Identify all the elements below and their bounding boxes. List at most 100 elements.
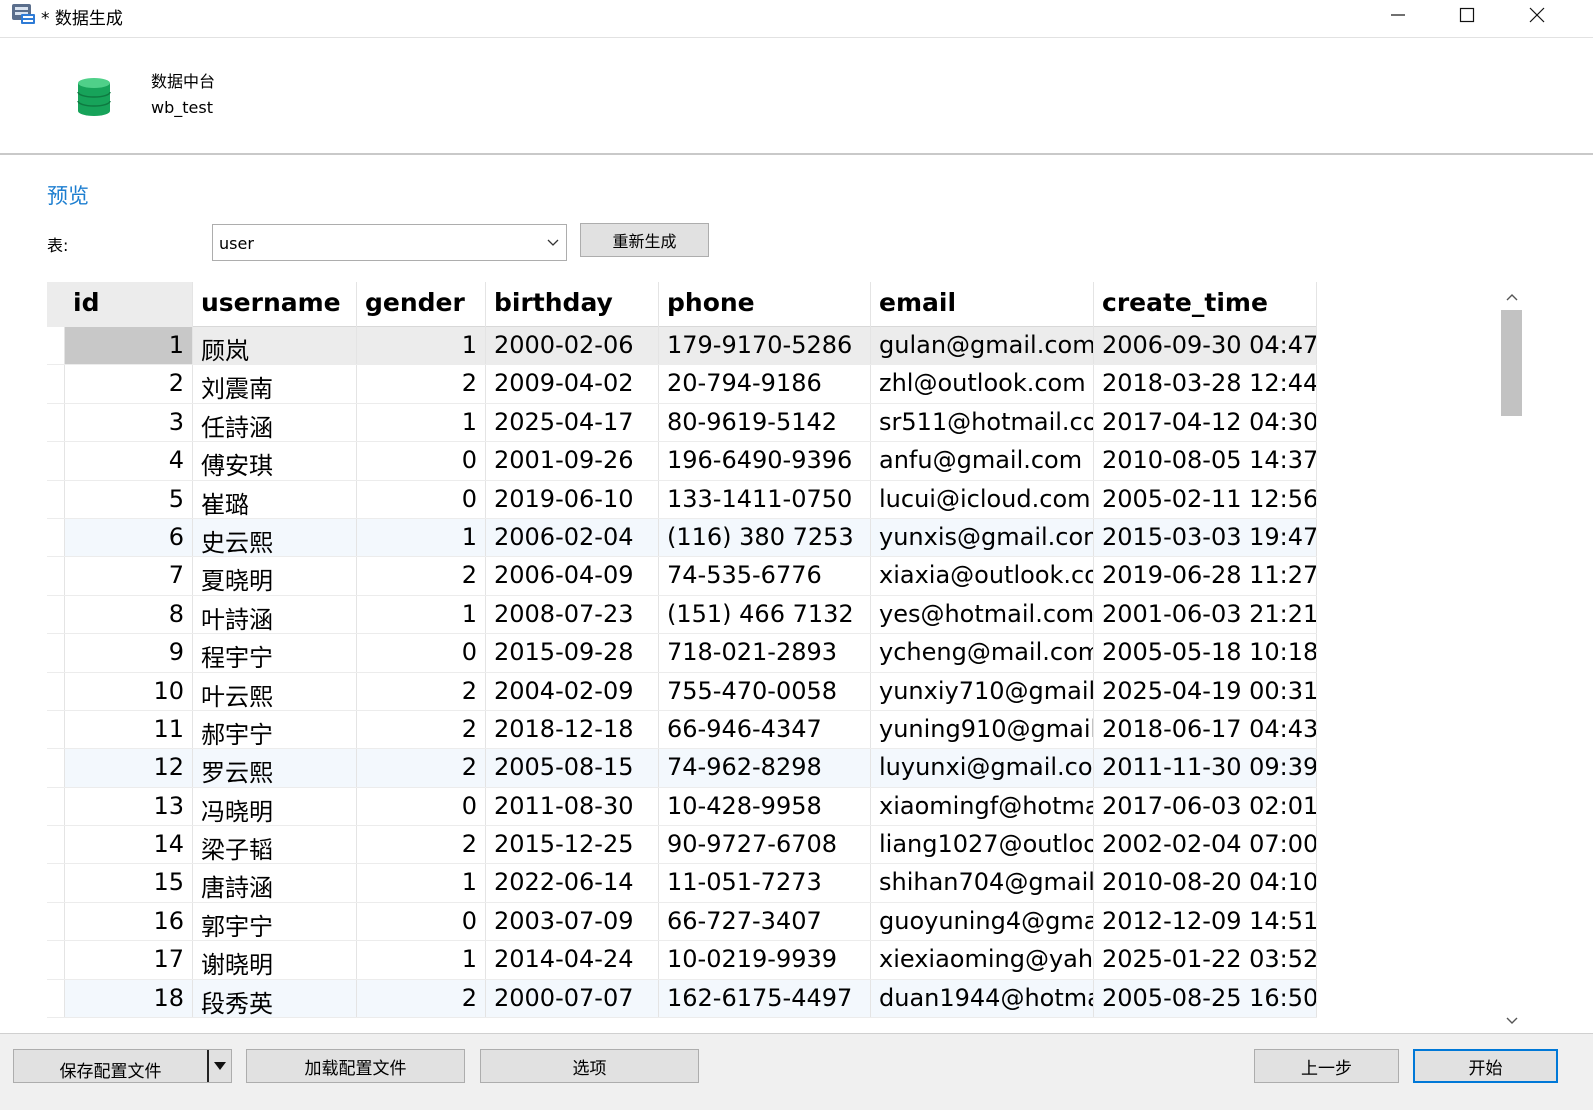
cell-id[interactable]: 11 [65,710,193,749]
cell-email[interactable]: zhl@outlook.com [871,365,1094,403]
cell-create-time[interactable]: 2005-08-25 16:50:3 [1094,979,1317,1018]
row-header[interactable] [47,557,65,595]
cell-username[interactable]: 郭宇宁 [193,902,357,941]
cell-phone[interactable]: 10-0219-9939 [659,941,871,979]
table-row[interactable]: 14 梁子韬 2 2015-12-25 90-9727-6708 liang1027@ou… [47,826,1317,865]
cell-id[interactable]: 1 [65,327,193,365]
row-header[interactable] [47,365,65,403]
cell-birthday[interactable]: 2004-02-09 [486,672,659,710]
table-select[interactable]: user [212,224,567,261]
cell-gender[interactable]: 2 [357,979,486,1018]
cell-birthday[interactable]: 2006-02-04 [486,518,659,557]
cell-create-time[interactable]: 2012-12-09 14:51:5 [1094,902,1317,941]
cell-phone[interactable]: (116) 380 7253 [659,518,871,557]
cell-birthday[interactable]: 2015-09-28 [486,634,659,672]
preview-data-grid[interactable]: id username gender birthday phone email … [47,282,1317,1020]
cell-phone[interactable]: 74-962-8298 [659,749,871,787]
cell-birthday[interactable]: 2014-04-24 [486,941,659,979]
cell-birthday[interactable]: 2011-08-30 [486,787,659,826]
cell-gender[interactable]: 0 [357,787,486,826]
table-row[interactable]: 2 刘震南 2 2009-04-02 20-794-9186 zhl@outlook.co… [47,365,1317,404]
cell-email[interactable]: duan1944@hotmail.com [871,979,1094,1018]
cell-gender[interactable]: 1 [357,518,486,557]
load-config-button[interactable]: 加载配置文件 [246,1049,465,1083]
cell-email[interactable]: yuning910@gmail.com [871,710,1094,749]
cell-create-time[interactable]: 2010-08-20 04:10:3 [1094,864,1317,902]
table-row[interactable]: 17 谢晓明 1 2014-04-24 10-0219-9939 xiexiaoming@… [47,941,1317,980]
cell-username[interactable]: 夏晓明 [193,557,357,595]
cell-create-time[interactable]: 2001-06-03 21:21:2 [1094,595,1317,634]
cell-email[interactable]: liang1027@outlook.com [871,826,1094,864]
row-header[interactable] [47,480,65,518]
cell-email[interactable]: shihan704@gmail.com [871,864,1094,902]
table-row[interactable]: 1 顾岚 1 2000-02-06 179-9170-5286 gulan@gmail.c… [47,327,1317,366]
cell-email[interactable]: xiaomingf@hotmail.com [871,787,1094,826]
row-header[interactable] [47,403,65,442]
cell-phone[interactable]: 90-9727-6708 [659,826,871,864]
row-header[interactable] [47,864,65,902]
table-row[interactable]: 10 叶云熙 2 2004-02-09 755-470-0058 yunxiy710@gm… [47,672,1317,711]
column-header-username[interactable]: username [193,282,357,327]
cell-create-time[interactable]: 2015-03-03 19:47:3 [1094,518,1317,557]
cell-create-time[interactable]: 2005-05-18 10:18:1 [1094,634,1317,672]
cell-gender[interactable]: 1 [357,403,486,442]
table-row[interactable]: 15 唐詩涵 1 2022-06-14 11-051-7273 shihan704@gma… [47,864,1317,903]
row-header[interactable] [47,710,65,749]
cell-phone[interactable]: 66-946-4347 [659,710,871,749]
cell-create-time[interactable]: 2011-11-30 09:39:5 [1094,749,1317,787]
cell-create-time[interactable]: 2018-03-28 12:44:3 [1094,365,1317,403]
cell-create-time[interactable]: 2006-09-30 04:47:3 [1094,327,1317,365]
cell-gender[interactable]: 2 [357,710,486,749]
cell-phone[interactable]: 133-1411-0750 [659,480,871,518]
table-row[interactable]: 8 叶詩涵 1 2008-07-23 (151) 466 7132 yes@hotmail… [47,595,1317,635]
cell-phone[interactable]: 10-428-9958 [659,787,871,826]
cell-email[interactable]: guoyuning4@gmail.com [871,902,1094,941]
cell-create-time[interactable]: 2017-04-12 04:30:5 [1094,403,1317,442]
cell-email[interactable]: lucui@icloud.com [871,480,1094,518]
cell-gender[interactable]: 1 [357,864,486,902]
row-header[interactable] [47,787,65,826]
cell-username[interactable]: 任詩涵 [193,403,357,442]
cell-username[interactable]: 史云熙 [193,518,357,557]
cell-phone[interactable]: 196-6490-9396 [659,442,871,480]
row-header[interactable] [47,672,65,710]
cell-id[interactable]: 3 [65,403,193,442]
cell-username[interactable]: 叶詩涵 [193,595,357,634]
cell-gender[interactable]: 2 [357,826,486,864]
minimize-button[interactable] [1364,0,1432,30]
table-row[interactable]: 5 崔璐 0 2019-06-10 133-1411-0750 lucui@icloud.… [47,480,1317,519]
cell-phone[interactable]: 755-470-0058 [659,672,871,710]
cell-id[interactable]: 15 [65,864,193,902]
row-header[interactable] [47,518,65,557]
cell-birthday[interactable]: 2019-06-10 [486,480,659,518]
cell-username[interactable]: 梁子韬 [193,826,357,864]
options-button[interactable]: 选项 [480,1049,699,1083]
regenerate-button[interactable]: 重新生成 [580,223,709,257]
cell-gender[interactable]: 2 [357,749,486,787]
start-button[interactable]: 开始 [1413,1049,1558,1083]
cell-username[interactable]: 刘震南 [193,365,357,403]
cell-email[interactable]: xiaxia@outlook.com [871,557,1094,595]
cell-phone[interactable]: 20-794-9186 [659,365,871,403]
row-header[interactable] [47,749,65,787]
table-row[interactable]: 6 史云熙 1 2006-02-04 (116) 380 7253 yunxis@gmai… [47,518,1317,558]
column-header-gender[interactable]: gender [357,282,486,327]
cell-phone[interactable]: 11-051-7273 [659,864,871,902]
cell-birthday[interactable]: 2008-07-23 [486,595,659,634]
cell-phone[interactable]: 179-9170-5286 [659,327,871,365]
table-row[interactable]: 12 罗云熙 2 2005-08-15 74-962-8298 luyunxi@gmail… [47,749,1317,788]
table-row[interactable]: 18 段秀英 2 2000-07-07 162-6175-4497 duan1944@ho… [47,979,1317,1019]
cell-gender[interactable]: 1 [357,941,486,979]
cell-id[interactable]: 16 [65,902,193,941]
table-row[interactable]: 13 冯晓明 0 2011-08-30 10-428-9958 xiaomingf@hot… [47,787,1317,827]
cell-create-time[interactable]: 2025-04-19 00:31:0 [1094,672,1317,710]
row-header[interactable] [47,902,65,941]
cell-id[interactable]: 7 [65,557,193,595]
column-header-id[interactable]: id [47,282,193,327]
cell-email[interactable]: yunxis@gmail.com [871,518,1094,557]
cell-create-time[interactable]: 2025-01-22 03:52:5 [1094,941,1317,979]
cell-phone[interactable]: 74-535-6776 [659,557,871,595]
cell-id[interactable]: 4 [65,442,193,480]
row-header[interactable] [47,442,65,480]
table-row[interactable]: 3 任詩涵 1 2025-04-17 80-9619-5142 sr511@hotmail… [47,403,1317,443]
